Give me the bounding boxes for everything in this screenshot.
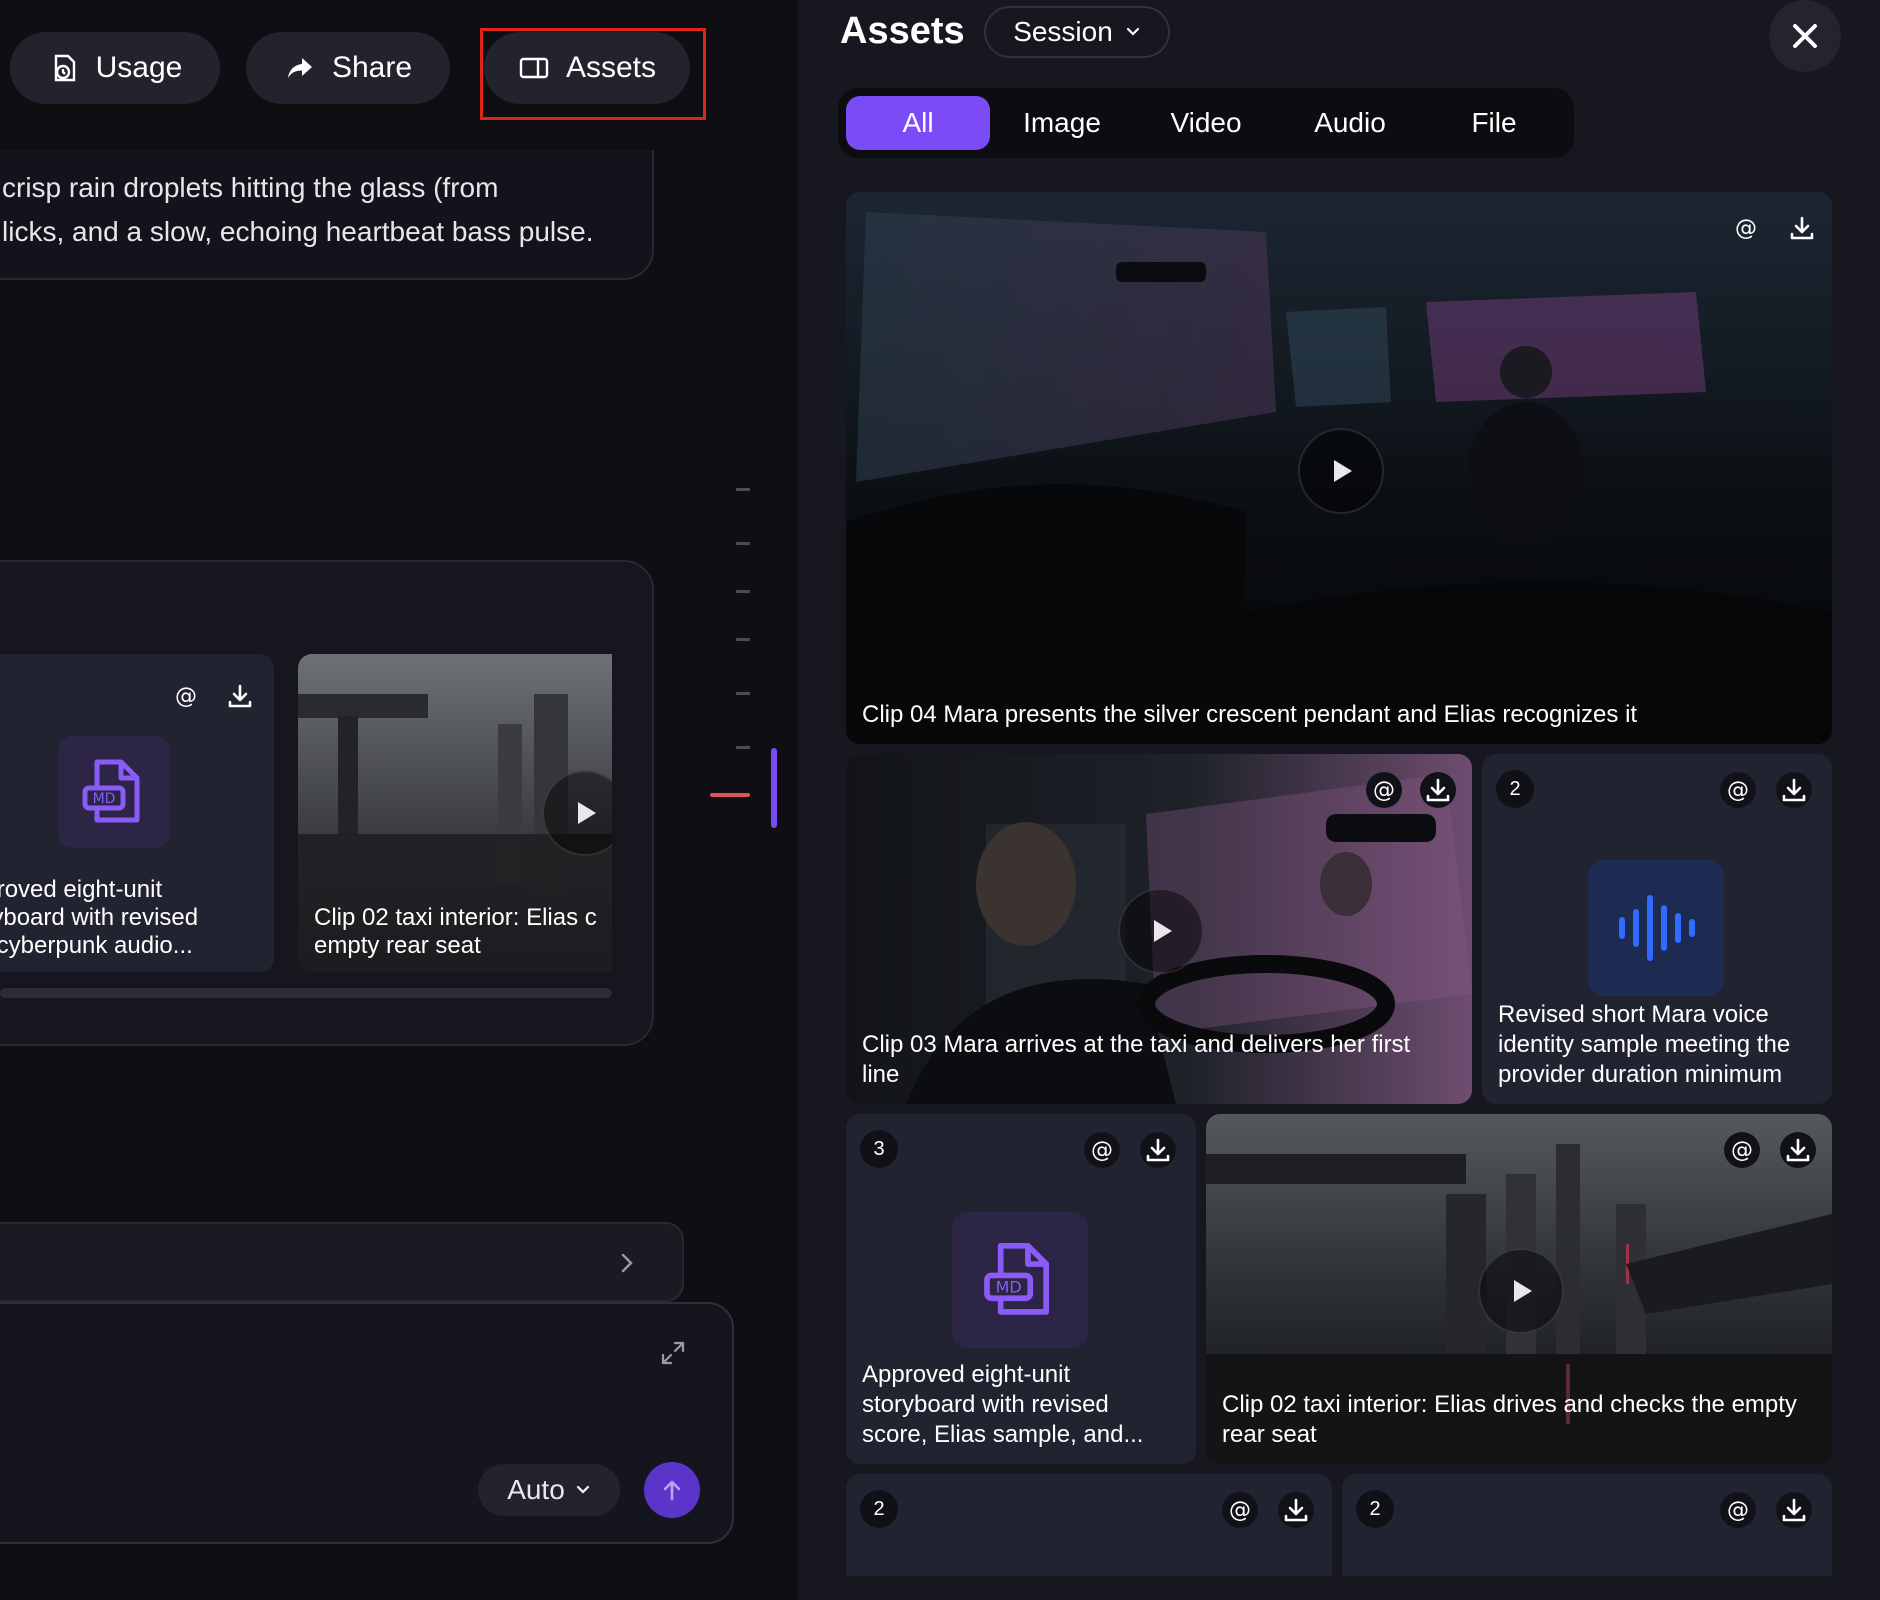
- count-badge: 3: [860, 1130, 898, 1168]
- svg-text:@: @: [1373, 778, 1395, 803]
- download-icon[interactable]: [1420, 772, 1456, 808]
- caption-line: oryboard with revised: [0, 904, 199, 931]
- tab-file[interactable]: File: [1422, 96, 1566, 150]
- usage-button[interactable]: Usage: [10, 32, 220, 104]
- mention-icon[interactable]: @: [1724, 1132, 1760, 1168]
- tab-image[interactable]: Image: [990, 96, 1134, 150]
- scope-dropdown[interactable]: Session: [984, 6, 1170, 58]
- collapsed-section-bar[interactable]: [0, 1222, 684, 1302]
- play-icon[interactable]: [1118, 888, 1204, 974]
- message-line: licks, and a slow, echoing heartbeat bas…: [2, 216, 594, 247]
- count-badge: 2: [1496, 770, 1534, 808]
- close-panel-button[interactable]: [1769, 0, 1841, 72]
- caption-line: pproved eight-unit: [0, 876, 163, 903]
- download-icon[interactable]: [1278, 1492, 1314, 1528]
- md-card-caption: pproved eight-unit oryboard with revised…: [0, 876, 198, 960]
- clip-card-caption: Clip 02 taxi interior: Elias c empty rea…: [314, 904, 597, 960]
- scroll-marker[interactable]: [736, 692, 750, 695]
- play-icon[interactable]: [1298, 428, 1384, 514]
- message-composer[interactable]: [0, 1302, 734, 1544]
- panel-title: Assets: [840, 10, 965, 52]
- md-file-icon: MD: [952, 1212, 1088, 1348]
- svg-text:@: @: [1091, 1138, 1113, 1163]
- asset-card-clip-02[interactable]: @ Clip 02 taxi interior: Elias drives an…: [1206, 1114, 1832, 1464]
- download-icon[interactable]: [1780, 1132, 1816, 1168]
- scroll-marker-current[interactable]: [710, 793, 750, 797]
- play-icon[interactable]: [1478, 1248, 1564, 1334]
- assistant-message: crisp rain droplets hitting the glass (f…: [0, 150, 654, 280]
- md-file-icon: MD: [58, 736, 170, 848]
- download-icon[interactable]: [222, 678, 258, 714]
- count-badge: 2: [860, 1490, 898, 1528]
- svg-text:@: @: [1229, 1498, 1251, 1523]
- count-badge: 2: [1356, 1490, 1394, 1528]
- tab-all[interactable]: All: [846, 96, 990, 150]
- asset-type-tabs: All Image Video Audio File: [838, 88, 1574, 158]
- md-file-card[interactable]: @ MD pproved eight-unit oryboard with re…: [0, 654, 274, 972]
- mention-icon[interactable]: @: [168, 678, 204, 714]
- message-line: crisp rain droplets hitting the glass (f…: [2, 172, 499, 203]
- usage-icon: [48, 52, 80, 84]
- asset-card-md-file[interactable]: 3 @ MD Approved eight-unit storyboard wi…: [846, 1114, 1196, 1464]
- model-mode-dropdown[interactable]: Auto: [478, 1464, 620, 1516]
- download-icon[interactable]: [1776, 772, 1812, 808]
- arrow-up-icon: [661, 1478, 683, 1502]
- svg-text:@: @: [1731, 1138, 1753, 1163]
- tab-video[interactable]: Video: [1134, 96, 1278, 150]
- highlight-box: [480, 28, 706, 120]
- chat-pane: Usage Share Assets crisp rain droplets h…: [0, 0, 798, 1600]
- asset-caption: Approved eight-unit storyboard with revi…: [862, 1361, 1144, 1448]
- scroll-marker[interactable]: [736, 590, 750, 593]
- send-button[interactable]: [644, 1462, 700, 1518]
- download-icon[interactable]: [1776, 1492, 1812, 1528]
- caption-line: Clip 02 taxi interior: Elias c: [314, 904, 597, 931]
- scope-label: Session: [1013, 16, 1113, 47]
- scroll-marker[interactable]: [736, 638, 750, 641]
- mention-icon[interactable]: @: [1720, 772, 1756, 808]
- svg-text:@: @: [175, 684, 197, 709]
- caption-line: empty rear seat: [314, 932, 481, 959]
- scroll-marker[interactable]: [736, 488, 750, 491]
- mention-icon[interactable]: @: [1222, 1492, 1258, 1528]
- tab-audio[interactable]: Audio: [1278, 96, 1422, 150]
- asset-card-partial[interactable]: 2 @: [846, 1474, 1332, 1576]
- asset-caption: Revised short Mara voice identity sample…: [1498, 1001, 1791, 1088]
- asset-caption: Clip 03 Mara arrives at the taxi and del…: [862, 1031, 1411, 1088]
- clip-02-card[interactable]: Clip 02 taxi interior: Elias c empty rea…: [298, 654, 612, 972]
- asset-card-clip-03[interactable]: @ Clip 03 Mara arrives at the taxi and d…: [846, 754, 1472, 1104]
- share-icon: [284, 52, 316, 84]
- svg-text:MD: MD: [93, 791, 116, 807]
- chevron-right-icon: [618, 1252, 636, 1274]
- share-label: Share: [331, 51, 413, 84]
- mention-icon[interactable]: @: [1366, 772, 1402, 808]
- mention-icon[interactable]: @: [1084, 1132, 1120, 1168]
- asset-card-partial[interactable]: 2 @: [1342, 1474, 1832, 1576]
- svg-text:@: @: [1735, 216, 1757, 241]
- close-icon: [1790, 21, 1820, 51]
- asset-caption: Clip 02 taxi interior: Elias drives and …: [1222, 1391, 1797, 1448]
- asset-caption: Clip 04 Mara presents the silver crescen…: [862, 701, 1638, 728]
- svg-text:@: @: [1727, 1498, 1749, 1523]
- usage-label: Usage: [95, 51, 183, 84]
- asset-card-clip-04[interactable]: @ Clip 04 Mara presents the silver cresc…: [846, 192, 1832, 744]
- svg-text:MD: MD: [996, 1278, 1022, 1297]
- audio-waveform-icon: [1588, 860, 1724, 996]
- mention-icon[interactable]: @: [1720, 1492, 1756, 1528]
- download-icon[interactable]: [1140, 1132, 1176, 1168]
- chevron-down-icon: [1125, 26, 1141, 38]
- gallery-scrollbar[interactable]: [0, 988, 612, 998]
- scroll-marker[interactable]: [736, 746, 750, 749]
- mention-icon[interactable]: @: [1728, 210, 1764, 246]
- mode-label: Auto: [507, 1474, 565, 1505]
- scroll-indicator[interactable]: [771, 748, 777, 828]
- svg-text:@: @: [1727, 778, 1749, 803]
- caption-line: rk cyberpunk audio...: [0, 932, 193, 959]
- asset-card-audio[interactable]: 2 @ Revised short Mara voice identity sa…: [1482, 754, 1832, 1104]
- expand-icon[interactable]: [660, 1340, 686, 1366]
- chevron-down-icon: [575, 1484, 591, 1496]
- download-icon[interactable]: [1784, 210, 1820, 246]
- share-button[interactable]: Share: [246, 32, 450, 104]
- scroll-marker[interactable]: [736, 542, 750, 545]
- assets-panel: Assets Session All Image Video Audio Fil…: [798, 0, 1880, 1600]
